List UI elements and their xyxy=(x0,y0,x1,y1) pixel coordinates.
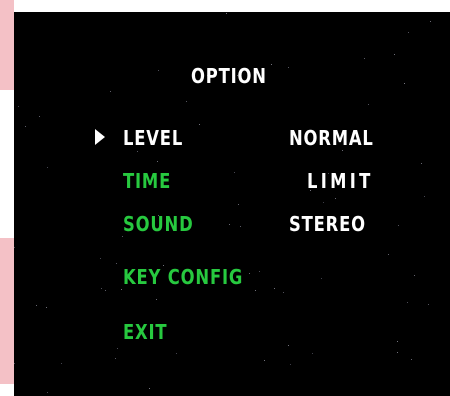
star-dot xyxy=(283,292,284,293)
triangle-right-icon xyxy=(95,129,105,145)
star-dot xyxy=(157,161,158,162)
menu-value-time[interactable]: LIMIT xyxy=(307,171,374,191)
star-dot xyxy=(259,271,260,272)
star-dot xyxy=(411,359,412,360)
star-dot xyxy=(25,126,26,127)
star-dot xyxy=(101,288,102,289)
star-dot xyxy=(421,163,422,164)
star-dot xyxy=(404,83,405,84)
left-edge-tint xyxy=(0,238,14,384)
menu-item-sound[interactable]: SOUND xyxy=(123,214,194,234)
star-dot xyxy=(288,345,289,346)
menu-item-time[interactable]: TIME xyxy=(123,171,171,191)
star-dot xyxy=(199,124,200,125)
star-dot xyxy=(288,67,289,68)
star-dot xyxy=(238,204,239,205)
star-dot xyxy=(335,198,336,199)
star-dot xyxy=(408,32,409,33)
menu-item-exit[interactable]: EXIT xyxy=(123,322,167,342)
star-dot xyxy=(176,353,177,354)
star-dot xyxy=(18,106,19,107)
star-dot xyxy=(249,273,250,274)
star-dot xyxy=(388,254,389,255)
screenshot-stage: OPTION LEVEL NORMAL TIME LIMIT SOUND STE… xyxy=(0,0,450,396)
star-dot xyxy=(414,275,415,276)
star-dot xyxy=(397,352,398,353)
star-dot xyxy=(264,360,265,361)
star-dot xyxy=(368,104,369,105)
star-dot xyxy=(14,247,15,248)
star-dot xyxy=(255,290,256,291)
star-dot xyxy=(428,304,429,305)
star-dot xyxy=(312,353,313,354)
star-dot xyxy=(397,341,398,342)
star-dot xyxy=(105,290,106,291)
star-dot xyxy=(234,172,235,173)
star-dot xyxy=(117,348,118,349)
star-dot xyxy=(122,236,123,237)
star-dot xyxy=(290,364,291,365)
star-dot xyxy=(36,305,37,306)
star-dot xyxy=(271,64,272,65)
star-dot xyxy=(137,151,138,152)
star-dot xyxy=(430,21,431,22)
star-dot xyxy=(424,196,425,197)
menu-value-level[interactable]: NORMAL xyxy=(289,128,374,148)
star-dot xyxy=(323,202,324,203)
menu-title: OPTION xyxy=(191,64,267,88)
star-dot xyxy=(398,225,399,226)
star-dot xyxy=(47,167,48,168)
star-dot xyxy=(39,116,40,117)
star-dot xyxy=(46,307,47,308)
star-dot xyxy=(156,299,157,300)
star-dot xyxy=(100,258,101,259)
left-edge-tint xyxy=(0,0,14,90)
star-dot xyxy=(240,226,241,227)
menu-item-key-config[interactable]: KEY CONFIG xyxy=(123,267,243,287)
star-dot xyxy=(342,150,343,151)
star-dot xyxy=(407,302,408,303)
star-dot xyxy=(394,54,395,55)
game-screen: OPTION LEVEL NORMAL TIME LIMIT SOUND STE… xyxy=(14,12,450,396)
star-dot xyxy=(321,278,322,279)
star-dot xyxy=(229,224,230,225)
star-dot xyxy=(149,388,150,389)
menu-item-level[interactable]: LEVEL xyxy=(123,128,183,148)
star-dot xyxy=(274,288,275,289)
star-dot xyxy=(186,101,187,102)
menu-value-sound[interactable]: STEREO xyxy=(289,214,366,234)
star-dot xyxy=(61,363,62,364)
star-dot xyxy=(110,91,111,92)
star-dot xyxy=(115,358,116,359)
star-dot xyxy=(121,289,122,290)
star-dot xyxy=(226,13,227,14)
star-dot xyxy=(47,392,48,393)
star-dot xyxy=(116,263,117,264)
star-dot xyxy=(158,70,159,71)
star-dot xyxy=(14,363,15,364)
star-dot xyxy=(364,58,365,59)
